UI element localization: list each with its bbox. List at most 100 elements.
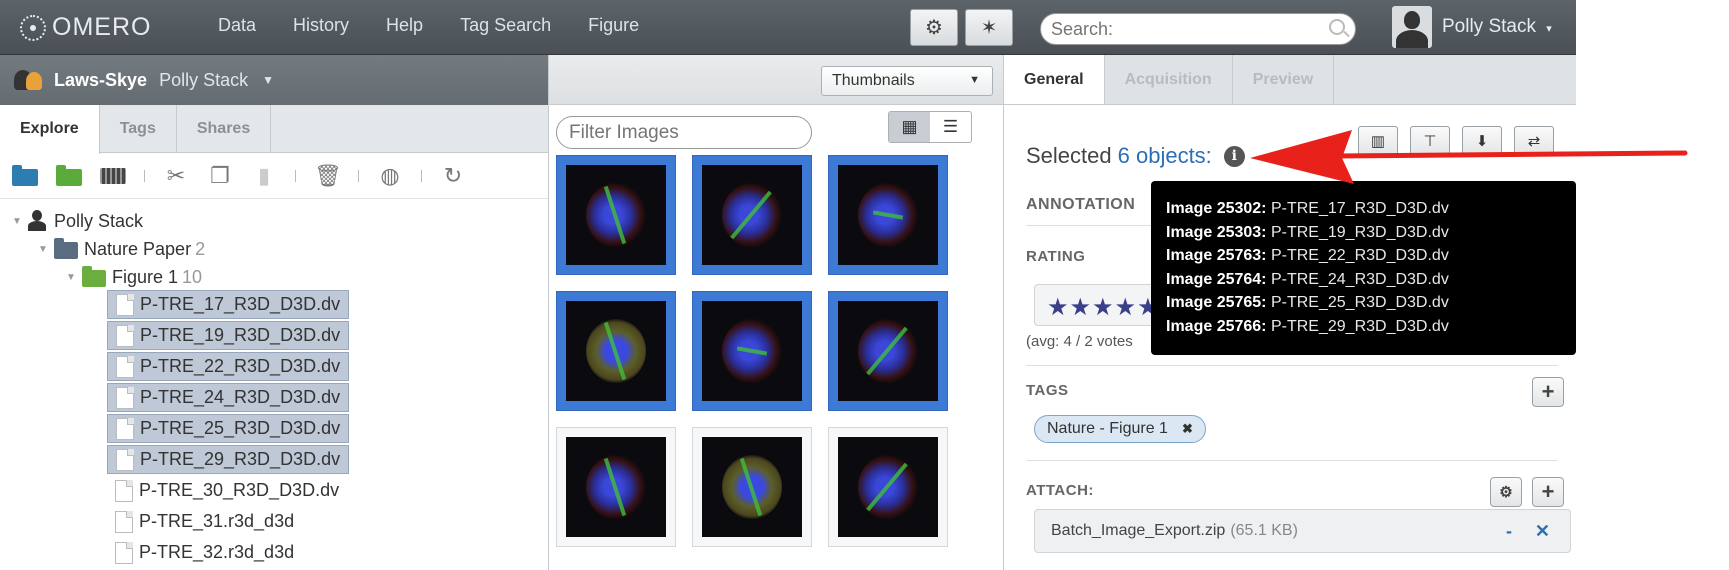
search-icon[interactable] (1329, 19, 1345, 35)
image-file-icon (115, 510, 133, 533)
tree-user-node[interactable]: ▼ Polly Stack (12, 208, 143, 234)
user-name: Polly Stack (1442, 16, 1536, 37)
tab-shares[interactable]: Shares (177, 105, 272, 152)
activities-button[interactable]: ✶ (965, 9, 1013, 46)
menu-item-figure[interactable]: Figure (588, 15, 639, 36)
tooltip-image-name: P-TRE_25_R3D_D3D.dv (1270, 294, 1449, 312)
dataset-label: Figure 1 (112, 266, 179, 287)
selected-objects-link[interactable]: 6 objects: (1118, 143, 1212, 169)
delete-attachment-icon[interactable]: ✕ (1535, 521, 1550, 542)
plus-icon: + (1541, 479, 1555, 504)
paste-icon[interactable]: ▮ (251, 164, 277, 187)
image-file-icon (116, 386, 134, 409)
thumbnail[interactable] (828, 291, 948, 411)
collapse-icon[interactable]: ▼ (66, 272, 76, 283)
delete-icon[interactable]: 🗑 (314, 164, 342, 187)
add-tag-button[interactable]: + (1532, 377, 1564, 407)
menu-item-history[interactable]: History (293, 15, 349, 36)
tab-general[interactable]: General (1004, 55, 1105, 104)
thumbnail-image (838, 165, 938, 265)
group-switcher[interactable]: Laws-Skye Polly Stack ▼ (0, 55, 548, 105)
grid-view-icon[interactable]: ▦ (889, 112, 930, 142)
thumbnail[interactable] (828, 427, 948, 547)
tab-tags[interactable]: Tags (100, 105, 177, 152)
attachment-name: Batch_Image_Export.zip (1051, 522, 1226, 539)
tooltip-image-name: P-TRE_29_R3D_D3D.dv (1270, 317, 1449, 335)
center-panel: Thumbnails ▼ ▦ ☰ (549, 55, 1004, 570)
thumbnail-image (702, 165, 802, 265)
tooltip-image-id: Image 25763: (1166, 247, 1267, 265)
attachment-item[interactable]: Batch_Image_Export.zip (65.1 KB) - ✕ (1034, 509, 1571, 553)
tree-user-label: Polly Stack (54, 210, 144, 231)
view-mode-select[interactable]: Thumbnails ▼ (821, 66, 993, 96)
tab-acquisition[interactable]: Acquisition (1105, 55, 1233, 104)
refresh-icon[interactable]: ↻ (440, 164, 466, 187)
thumbnail[interactable] (692, 291, 812, 411)
group-user-name: Polly Stack (159, 69, 249, 90)
permissions-globe-icon[interactable]: ◍ (377, 164, 403, 187)
tooltip-row: Image 25764: P-TRE_24_R3D_D3D.dv (1166, 268, 1561, 292)
tag-pill[interactable]: Nature - Figure 1 ✖ (1034, 415, 1206, 443)
rating-stars[interactable]: ★★★★★ (1034, 284, 1164, 326)
image-file-icon (116, 293, 134, 316)
new-dataset-icon[interactable] (56, 165, 82, 186)
list-view-icon[interactable]: ☰ (930, 112, 971, 142)
thumbnail[interactable] (828, 155, 948, 275)
filter-box (556, 116, 812, 149)
menu-item-help[interactable]: Help (386, 15, 423, 36)
cut-icon[interactable]: ✂ (163, 164, 189, 187)
menu-item-data[interactable]: Data (218, 15, 256, 36)
unlink-attachment-icon[interactable]: - (1506, 521, 1512, 542)
thumbnail[interactable] (692, 155, 812, 275)
toolbar-divider (295, 169, 296, 182)
tree-dataset-node[interactable]: ▼ Figure 1 10 (66, 264, 202, 290)
project-label: Nature Paper (84, 238, 192, 259)
copy-icon[interactable]: ❐ (207, 164, 233, 187)
tooltip-row: Image 25763: P-TRE_22_R3D_D3D.dv (1166, 244, 1561, 268)
tree-image-item[interactable]: P-TRE_32.r3d_d3d (107, 538, 294, 567)
user-avatar[interactable] (1392, 6, 1432, 48)
image-name: P-TRE_25_R3D_D3D.dv (140, 418, 341, 438)
collapse-icon[interactable]: ▼ (38, 244, 48, 255)
view-mode-value: Thumbnails (832, 72, 915, 89)
center-header: Thumbnails ▼ (549, 55, 1003, 105)
tree-image-item[interactable]: P-TRE_29_R3D_D3D.dv (107, 445, 349, 474)
info-icon[interactable]: i (1223, 145, 1245, 167)
tree-project-node[interactable]: ▼ Nature Paper 2 (38, 236, 205, 262)
tree-image-item[interactable]: P-TRE_30_R3D_D3D.dv (107, 476, 339, 505)
collapse-icon[interactable]: ▼ (12, 216, 22, 227)
menu-item-tag-search[interactable]: Tag Search (460, 15, 551, 36)
thumbnail[interactable] (692, 427, 812, 547)
remove-tag-icon[interactable]: ✖ (1182, 421, 1193, 437)
attach-options-button[interactable]: ⚙ (1490, 477, 1522, 507)
annotation-arrow-icon (1250, 130, 1688, 184)
tooltip-image-name: P-TRE_22_R3D_D3D.dv (1270, 247, 1449, 265)
thumbnail[interactable] (556, 427, 676, 547)
selected-objects-tooltip: Image 25302: P-TRE_17_R3D_D3D.dv Image 2… (1151, 181, 1576, 355)
tab-explore[interactable]: Explore (0, 105, 100, 154)
tree-image-item[interactable]: P-TRE_24_R3D_D3D.dv (107, 383, 349, 412)
tooltip-image-id: Image 25302: (1166, 200, 1267, 217)
user-menu[interactable]: Polly Stack ▾ (1442, 16, 1552, 38)
search-input[interactable] (1051, 18, 1321, 40)
omero-logo[interactable]: OMERO (20, 13, 151, 42)
data-tree: ▼ Polly Stack ▼ Nature Paper 2 ▼ Figure … (0, 199, 548, 564)
divider (1026, 365, 1558, 366)
tree-image-item[interactable]: P-TRE_31.r3d_d3d (107, 507, 294, 536)
image-file-icon (115, 479, 133, 502)
new-screen-icon[interactable] (100, 167, 126, 184)
new-project-icon[interactable] (12, 165, 38, 186)
tree-image-item[interactable]: P-TRE_17_R3D_D3D.dv (107, 290, 349, 319)
thumbnail[interactable] (556, 155, 676, 275)
scripts-button[interactable]: ⚙ (910, 9, 958, 46)
tree-image-item[interactable]: P-TRE_19_R3D_D3D.dv (107, 321, 349, 350)
divider (1026, 460, 1558, 461)
tree-image-item[interactable]: P-TRE_25_R3D_D3D.dv (107, 414, 349, 443)
tree-image-item[interactable]: P-TRE_22_R3D_D3D.dv (107, 352, 349, 381)
thumbnail[interactable] (556, 291, 676, 411)
caret-down-icon: ▼ (969, 74, 980, 86)
tab-preview[interactable]: Preview (1233, 55, 1335, 104)
image-name: P-TRE_24_R3D_D3D.dv (140, 387, 341, 407)
add-attachment-button[interactable]: + (1532, 477, 1564, 507)
filter-images-input[interactable] (569, 121, 799, 144)
